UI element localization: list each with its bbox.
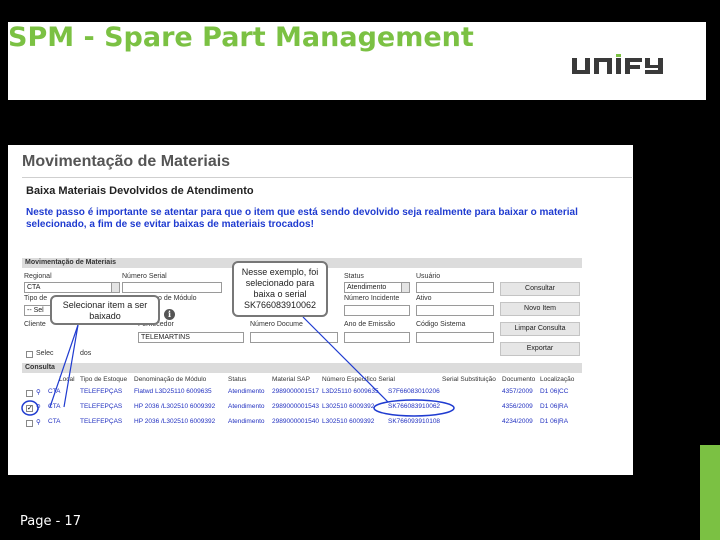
numero-incidente-label: Número Incidente [344, 295, 400, 302]
cell-local: CTA [48, 403, 61, 410]
cell-modulo: HP 2036 /L302510 6009392 [134, 403, 216, 410]
cell-local: CTA [48, 418, 61, 425]
cell-modulo: Flatwd L3D25110 6009635 [134, 388, 212, 395]
search-icon[interactable]: ⚲ [36, 403, 41, 411]
cell-localizacao: D1 06|RA [540, 403, 569, 410]
search-icon[interactable]: ⚲ [36, 388, 41, 396]
cell-local: CTA [48, 388, 61, 395]
todos-label: dos [80, 350, 92, 357]
codigo-sistema-label: Código Sistema [416, 321, 466, 328]
novo-item-button[interactable]: Novo Item [500, 302, 580, 316]
cell-documento: 4357/2009 [502, 388, 533, 395]
table-row-selected[interactable]: ✓ ⚲ CTA TELEFEPÇAS HP 2036 /L302510 6009… [22, 402, 582, 414]
selecionar-label: Selec [36, 350, 54, 357]
cell-localizacao: D1 06|CC [540, 388, 569, 395]
cell-material: 2989000001540 [272, 418, 319, 425]
column-header: Serial Substituição [442, 376, 496, 383]
consultar-button[interactable]: Consultar [500, 282, 580, 296]
selecionar-todos-checkbox[interactable] [26, 351, 33, 358]
cell-status: Atendimento [228, 403, 265, 410]
page-number: Page - 17 [20, 514, 81, 529]
tipo-label: Tipo de [24, 295, 48, 302]
column-header: Número Especifico Serial [322, 376, 395, 383]
column-header: Local [59, 376, 75, 383]
cell-status: Atendimento [228, 418, 265, 425]
cell-especifico: L302510 6009392 [322, 418, 375, 425]
column-header: Localização [540, 376, 575, 383]
row-checkbox[interactable] [26, 390, 33, 397]
status-select[interactable]: Atendimento [344, 282, 410, 293]
warning-text: Neste passo é importante se atentar para… [26, 207, 578, 230]
cell-especifico: L3D25110 6009635 [322, 388, 379, 395]
cliente-label: Cliente [24, 321, 46, 328]
ativo-input[interactable] [416, 305, 494, 316]
codigo-sistema-input[interactable] [416, 332, 494, 343]
cell-tipo: TELEFEPÇAS [80, 403, 123, 410]
fornecedor-input[interactable]: TELEMARTINS [138, 332, 244, 343]
ativo-label: Ativo [416, 295, 432, 302]
table-row[interactable]: ⚲ CTA TELEFEPÇAS Flatwd L3D25110 6009635… [22, 387, 582, 399]
column-header: Tipo de Estoque [80, 376, 128, 383]
column-header: Status [228, 376, 247, 383]
cell-material: 2989000001517 [272, 388, 319, 395]
status-label: Status [344, 273, 364, 280]
cell-serial: S7F66083010206 [388, 388, 440, 395]
screen-title: Movimentação de Materiais [22, 153, 231, 170]
usuario-label: Usuário [416, 273, 441, 280]
cell-material: 2989000001543 [272, 403, 319, 410]
numero-serial-label: Número Serial [122, 273, 167, 280]
numero-documento-label: Número Docume [250, 321, 303, 328]
cell-modulo: HP 2036 /L302510 6009392 [134, 418, 216, 425]
accent-bar [700, 445, 720, 540]
column-header: Material SAP [272, 376, 310, 383]
cell-especifico: L302510 6009392 [322, 403, 375, 410]
slide-title: SPM - Spare Part Management [8, 22, 474, 53]
usuario-input[interactable] [416, 282, 494, 293]
cell-documento: 4234/2009 [502, 418, 533, 425]
search-icon[interactable]: ⚲ [36, 418, 41, 426]
table-row[interactable]: ⚲ CTA TELEFEPÇAS HP 2036 /L302510 600939… [22, 417, 582, 429]
cell-localizacao: D1 06|RA [540, 418, 569, 425]
column-header: Denominação de Módulo [134, 376, 207, 383]
table-header-bar: Consulta [22, 363, 582, 373]
regional-label: Regional [24, 273, 52, 280]
numero-serial-input[interactable] [122, 282, 222, 293]
callout-example: Nesse exemplo, foi selecionado para baix… [232, 261, 328, 317]
cell-serial: SK766093910108 [388, 418, 441, 425]
divider [22, 177, 632, 178]
cell-tipo: TELEFEPÇAS [80, 388, 123, 395]
screen-subtitle: Baixa Materiais Devolvidos de Atendiment… [26, 185, 254, 197]
chevron-down-icon [111, 283, 119, 292]
exportar-button[interactable]: Exportar [500, 342, 580, 356]
ano-emissao-label: Ano de Emissão [344, 321, 395, 328]
chevron-down-icon [401, 283, 409, 292]
limpar-consulta-button[interactable]: Limpar Consulta [500, 322, 580, 336]
screenshot-panel: Movimentação de Materiais Baixa Materiai… [8, 145, 633, 475]
row-checkbox[interactable] [26, 420, 33, 427]
ano-emissao-input[interactable] [344, 332, 410, 343]
callout-select-item: Selecionar item a ser baixado [50, 295, 160, 325]
row-checkbox-checked[interactable]: ✓ [26, 405, 33, 412]
regional-select[interactable]: CTA [24, 282, 120, 293]
numero-incidente-input[interactable] [344, 305, 410, 316]
cell-status: Atendimento [228, 388, 265, 395]
unify-logo [572, 54, 663, 74]
numero-documento-input[interactable] [250, 332, 338, 343]
info-icon: i [164, 309, 175, 320]
cell-serial: SK766083910062 [388, 403, 441, 410]
cell-tipo: TELEFEPÇAS [80, 418, 123, 425]
cell-documento: 4356/2009 [502, 403, 533, 410]
modulo-label: o de Módulo [158, 295, 197, 302]
column-header: Documento [502, 376, 536, 383]
